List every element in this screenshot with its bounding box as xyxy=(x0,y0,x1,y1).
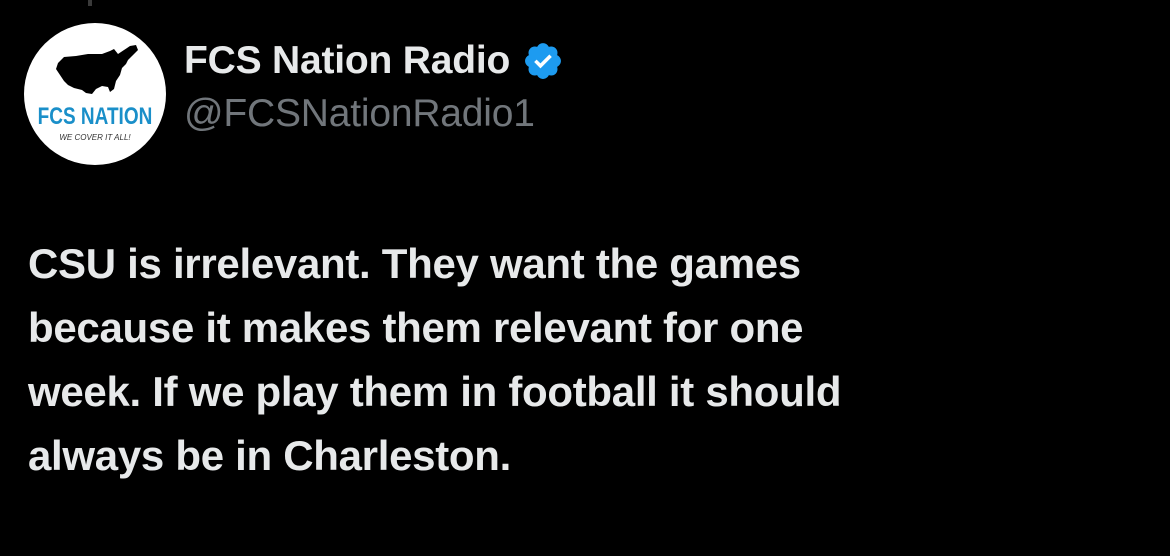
tweet-text-line: week. If we play them in football it sho… xyxy=(28,368,842,415)
tweet-card: FCS NATION WE COVER IT ALL! FCS Nation R… xyxy=(0,0,1170,556)
name-row: FCS Nation Radio xyxy=(184,36,564,86)
tweet-text: CSU is irrelevant. They want the games b… xyxy=(28,232,1138,488)
tweet-text-line: always be in Charleston. xyxy=(28,432,511,479)
top-edge-divider xyxy=(88,0,92,6)
avatar[interactable]: FCS NATION WE COVER IT ALL! xyxy=(24,23,166,165)
verified-badge-icon[interactable] xyxy=(522,40,564,82)
logo-tagline: WE COVER IT ALL! xyxy=(59,133,131,142)
usa-map-icon xyxy=(56,45,138,94)
user-handle[interactable]: @FCSNationRadio1 xyxy=(184,92,564,136)
logo-title: FCS NATION xyxy=(38,103,153,130)
display-name[interactable]: FCS Nation Radio xyxy=(184,39,510,83)
tweet-text-line: CSU is irrelevant. They want the games xyxy=(28,240,801,287)
author-identity[interactable]: FCS Nation Radio @FCSNationRadio1 xyxy=(184,36,564,136)
tweet-text-line: because it makes them relevant for one xyxy=(28,304,804,351)
fcs-nation-logo: FCS NATION WE COVER IT ALL! xyxy=(38,45,153,142)
